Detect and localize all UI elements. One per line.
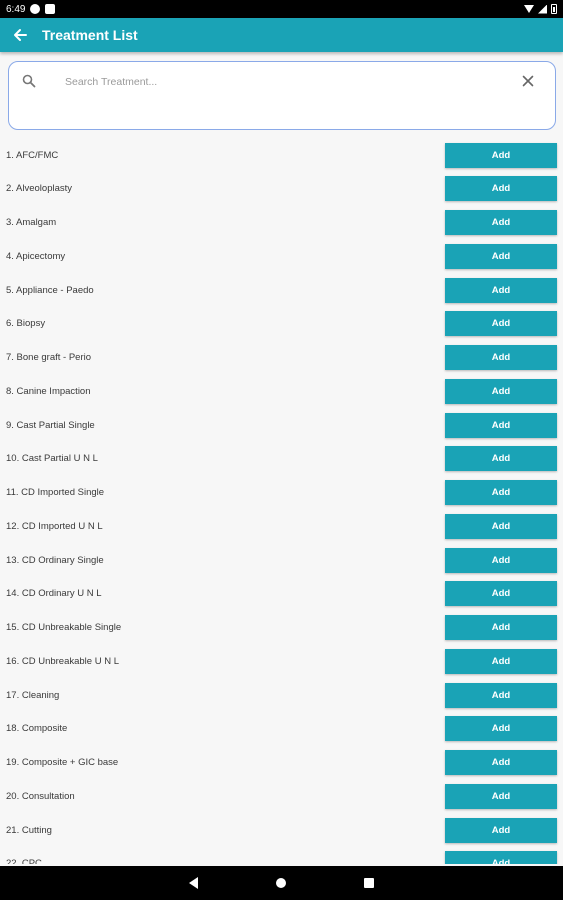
add-button[interactable]: Add <box>445 412 557 438</box>
close-icon[interactable] <box>521 74 535 88</box>
add-button[interactable]: Add <box>445 311 557 337</box>
add-button[interactable]: Add <box>445 716 557 742</box>
add-button[interactable]: Add <box>445 851 557 864</box>
list-item: 17. Cleaning Add <box>0 678 563 712</box>
treatment-label: 19. Composite + GIC base <box>6 757 119 768</box>
list-item: 19. Composite + GIC base Add <box>0 746 563 780</box>
add-button[interactable]: Add <box>445 682 557 708</box>
list-item: 16. CD Unbreakable U N L Add <box>0 644 563 678</box>
list-item: 18. Composite Add <box>0 712 563 746</box>
list-item: 14. CD Ordinary U N L Add <box>0 577 563 611</box>
list-item: 11. CD Imported Single Add <box>0 476 563 510</box>
treatment-label: 20. Consultation <box>6 790 75 802</box>
page-title: Treatment List <box>42 27 138 43</box>
treatment-label: 3. Amalgam <box>6 217 57 228</box>
search-box[interactable] <box>8 61 556 130</box>
search-input[interactable] <box>65 72 505 92</box>
list-item: 1. AFC/FMC Add <box>0 138 563 172</box>
list-item: 4. Apicectomy Add <box>0 239 563 273</box>
treatment-label: 14. CD Ordinary U N L <box>6 588 102 600</box>
treatment-label: 1. AFC/FMC <box>6 149 59 161</box>
clipboard-icon <box>45 4 56 14</box>
recents-square-icon[interactable] <box>364 878 374 888</box>
system-nav-bar <box>0 866 563 900</box>
treatment-label: 18. Composite <box>6 723 68 735</box>
treatment-list: 1. AFC/FMC Add 2. Alveoloplasty Add 3. Amalg… <box>0 138 563 864</box>
app-bar: Treatment List <box>0 18 563 52</box>
list-item: 10. Cast Partial U N L Add <box>0 442 563 476</box>
add-button[interactable]: Add <box>445 615 557 640</box>
treatment-label: 17. Cleaning <box>6 689 60 701</box>
status-time: 6:49 <box>6 3 26 15</box>
treatment-label: 6. Biopsy <box>6 318 46 330</box>
treatment-label: 2. Alveoloplasty <box>6 183 73 195</box>
add-button[interactable]: Add <box>445 817 557 843</box>
treatment-label: 10. Cast Partial U N L <box>6 453 98 465</box>
add-button[interactable]: Add <box>445 176 557 202</box>
add-button[interactable]: Add <box>445 750 557 775</box>
add-button[interactable]: Add <box>445 446 557 472</box>
treatment-label: 13. CD Ordinary Single <box>6 554 104 566</box>
treatment-label: 7. Bone graft - Perio <box>6 352 92 363</box>
treatment-label: 15. CD Unbreakable Single <box>6 622 122 633</box>
signal-icon <box>538 4 547 14</box>
treatment-label: 12. CD Imported U N L <box>6 520 103 532</box>
add-button[interactable]: Add <box>445 243 557 269</box>
add-button[interactable]: Add <box>445 581 557 607</box>
list-item: 2. Alveoloplasty Add <box>0 172 563 206</box>
treatment-label: 11. CD Imported Single <box>6 487 105 498</box>
treatment-label: 4. Apicectomy <box>6 250 66 262</box>
list-item: 12. CD Imported U N L Add <box>0 509 563 543</box>
add-button[interactable]: Add <box>445 648 557 674</box>
list-item: 20. Consultation Add <box>0 779 563 813</box>
back-triangle-icon[interactable] <box>189 877 198 889</box>
treatment-label: 5. Appliance - Paedo <box>6 284 94 296</box>
list-item: 9. Cast Partial Single Add <box>0 408 563 442</box>
battery-icon <box>551 4 557 14</box>
add-button[interactable]: Add <box>445 783 557 809</box>
list-item: 15. CD Unbreakable Single Add <box>0 611 563 645</box>
list-item: 7. Bone graft - Perio Add <box>0 341 563 375</box>
add-button[interactable]: Add <box>445 210 557 235</box>
add-button[interactable]: Add <box>445 345 557 370</box>
treatment-label: 22. CPC <box>6 858 42 864</box>
add-button[interactable]: Add <box>445 513 557 539</box>
status-bar: 6:49 <box>0 0 563 18</box>
list-item: 21. Cutting Add <box>0 813 563 847</box>
home-circle-icon[interactable] <box>276 878 286 888</box>
list-item: 3. Amalgam Add <box>0 206 563 240</box>
add-button[interactable]: Add <box>445 547 557 573</box>
treatment-label: 21. Cutting <box>6 824 52 836</box>
add-button[interactable]: Add <box>445 142 557 168</box>
back-button[interactable] <box>0 18 40 52</box>
treatment-label: 16. CD Unbreakable U N L <box>6 655 119 667</box>
arrow-left-icon <box>14 29 27 41</box>
list-item: 22. CPC Add <box>0 847 563 864</box>
search-icon <box>22 74 36 88</box>
add-button[interactable]: Add <box>445 378 557 404</box>
list-item: 5. Appliance - Paedo Add <box>0 273 563 307</box>
app-notification-icon <box>30 4 41 14</box>
list-item: 6. Biopsy Add <box>0 307 563 341</box>
add-button[interactable]: Add <box>445 277 557 303</box>
treatment-label: 8. Canine Impaction <box>6 385 91 397</box>
wifi-icon <box>524 5 534 13</box>
list-item: 13. CD Ordinary Single Add <box>0 543 563 577</box>
add-button[interactable]: Add <box>445 480 557 505</box>
list-item: 8. Canine Impaction Add <box>0 374 563 408</box>
treatment-label: 9. Cast Partial Single <box>6 419 95 431</box>
